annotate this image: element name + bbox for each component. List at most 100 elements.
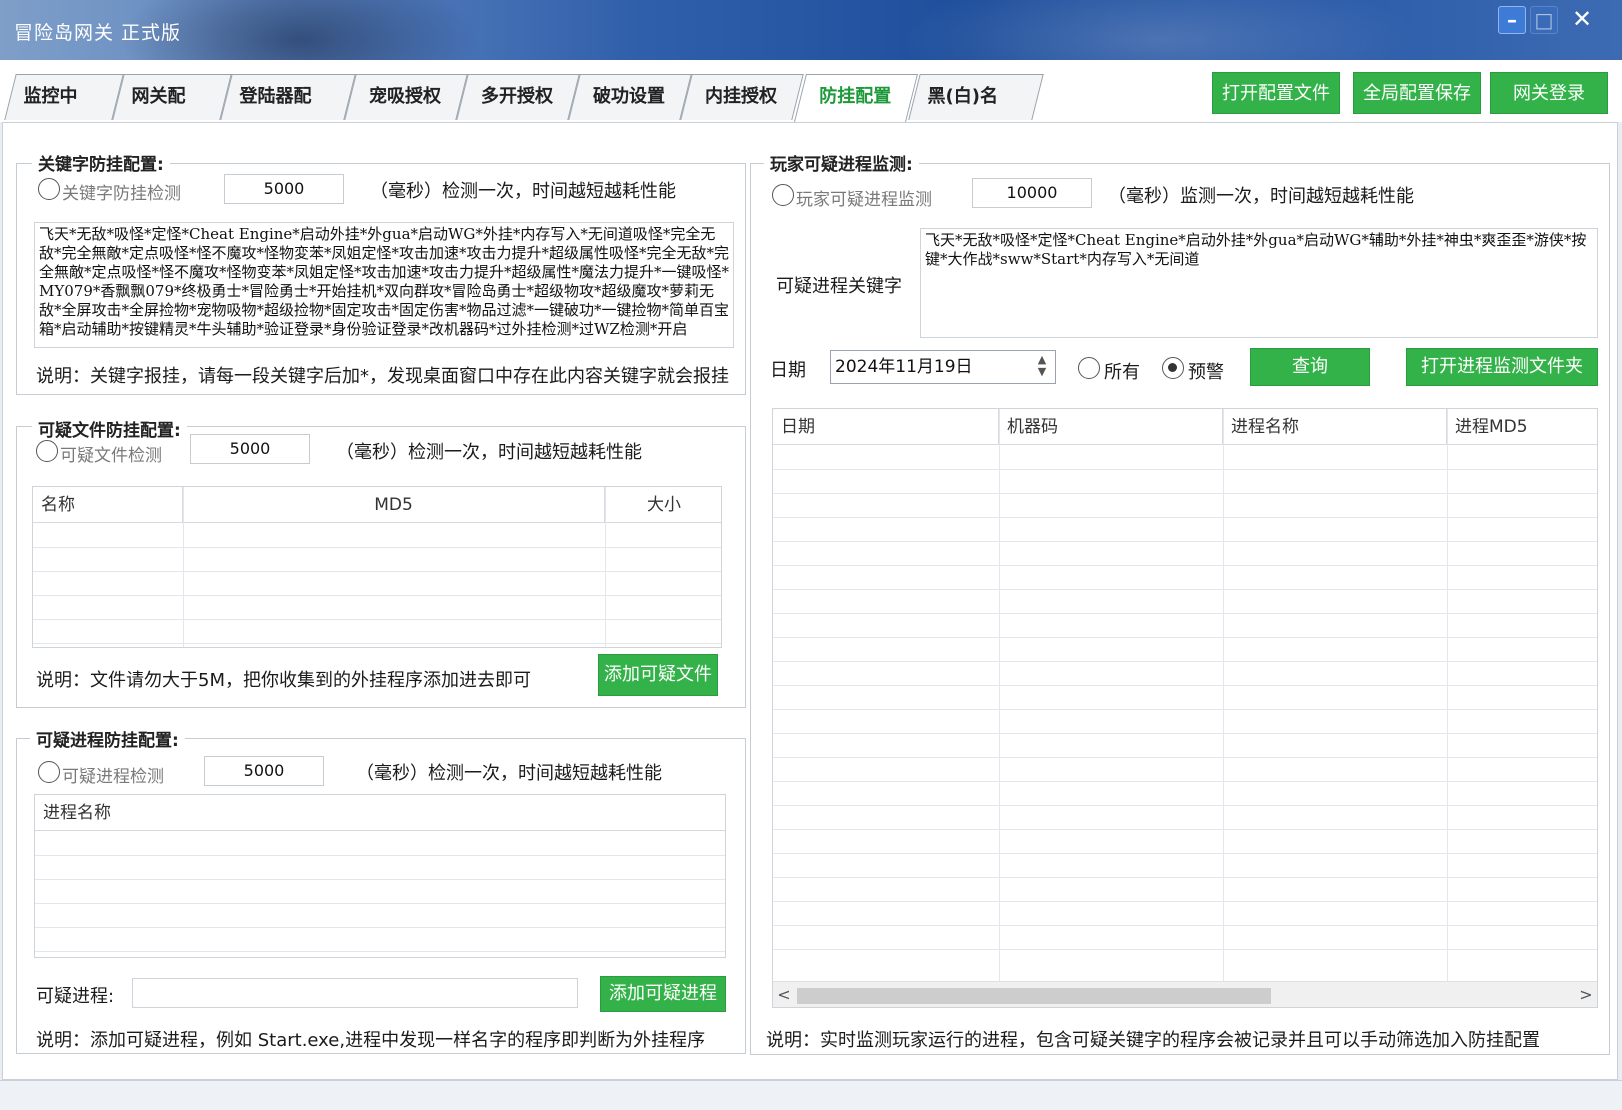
grid-line — [33, 547, 721, 548]
process-interval-note: （毫秒）检测一次，时间越短越耗性能 — [356, 763, 662, 784]
file-interval-input[interactable]: 5000 — [190, 434, 310, 464]
horizontal-scrollbar[interactable]: < > — [773, 981, 1597, 1007]
tab-anti-hack-config[interactable]: 防挂配置 — [794, 74, 918, 122]
process-detect-radio[interactable] — [38, 761, 60, 783]
monitor-table-header: 日期 机器码 进程名称 进程MD5 — [773, 409, 1597, 445]
tab-label: 防挂配置 — [819, 86, 892, 107]
grid-line — [773, 853, 1597, 854]
grid-line — [35, 951, 725, 952]
date-value: 2024年11月19日 — [835, 357, 973, 377]
grid-line — [773, 805, 1597, 806]
tab-monitor-center[interactable]: 监控中心 — [4, 74, 124, 151]
tab-break-settings[interactable]: 破功设置 — [568, 74, 692, 120]
column-process-name[interactable]: 进程名称 — [35, 795, 725, 831]
tab-label: 宠吸授权 — [369, 86, 441, 107]
grid-line — [773, 901, 1597, 902]
grid-line — [773, 757, 1597, 758]
scroll-thumb[interactable] — [797, 988, 1271, 1004]
close-button[interactable]: ✕ — [1565, 6, 1599, 34]
suspicious-process-input[interactable] — [132, 978, 578, 1008]
minimize-button[interactable]: – — [1498, 6, 1526, 34]
monitor-note: 说明：实时监测玩家运行的进程，包含可疑关键字的程序会被记录并且可以手动筛选加入防… — [766, 1030, 1540, 1051]
tab-pet-auth[interactable]: 宠吸授权 — [344, 74, 468, 120]
tab-label: 多开授权 — [481, 86, 553, 107]
save-global-config-button[interactable]: 全局配置保存 — [1353, 72, 1481, 114]
monitor-detect-label[interactable]: 玩家可疑进程监测 — [796, 185, 932, 210]
grid-line — [33, 595, 721, 596]
process-note: 说明：添加可疑进程，例如 Start.exe,进程中发现一样名字的程序即判断为外… — [36, 1030, 706, 1051]
file-detect-radio[interactable] — [36, 440, 58, 462]
grid-line — [1223, 409, 1224, 1007]
monitor-table[interactable]: 日期 机器码 进程名称 进程MD5 < > — [772, 408, 1598, 1008]
column-date[interactable]: 日期 — [773, 409, 999, 445]
tab-inner-hook-auth[interactable]: 内挂授权 — [680, 74, 804, 120]
grid-line — [33, 571, 721, 572]
keyword-detect-label[interactable]: 关键字防挂检测 — [62, 179, 181, 204]
grid-line — [773, 781, 1597, 782]
filter-all-label[interactable]: 所有 — [1104, 358, 1140, 384]
grid-line — [773, 517, 1597, 518]
process-table-header: 进程名称 — [35, 795, 725, 831]
column-size[interactable]: 大小 — [605, 487, 721, 523]
title-bar[interactable]: 冒险岛网关 正式版 – □ ✕ — [0, 0, 1622, 60]
monitor-keyword-textarea[interactable]: 飞天*无敌*吸怪*定怪*Cheat Engine*启动外挂*外gua*启动WG*… — [920, 228, 1598, 338]
keyword-group-title: 关键字防挂配置: — [32, 150, 170, 175]
process-group-title: 可疑进程防挂配置: — [30, 726, 185, 751]
tab-multi-open-auth[interactable]: 多开授权 — [456, 74, 580, 120]
scroll-left-icon[interactable]: < — [773, 982, 795, 1007]
process-table[interactable]: 进程名称 — [34, 794, 726, 958]
monitor-keyword-label: 可疑进程关键字 — [776, 276, 902, 297]
grid-line — [773, 925, 1597, 926]
grid-line — [35, 927, 725, 928]
keyword-detect-radio[interactable] — [38, 178, 60, 200]
tab-black-white-list[interactable]: 黑(白)名单 — [908, 74, 1044, 151]
maximize-button[interactable]: □ — [1530, 6, 1558, 34]
filter-warn-radio[interactable] — [1162, 357, 1184, 379]
column-process-md5[interactable]: 进程MD5 — [1447, 409, 1597, 445]
grid-line — [773, 661, 1597, 662]
grid-line — [773, 685, 1597, 686]
monitor-interval-input[interactable]: 10000 — [972, 178, 1092, 208]
grid-line — [773, 613, 1597, 614]
grid-line — [773, 493, 1597, 494]
monitor-detect-radio[interactable] — [772, 184, 794, 206]
column-machine-code[interactable]: 机器码 — [999, 409, 1223, 445]
filter-warn-label[interactable]: 预警 — [1188, 358, 1224, 384]
add-suspicious-file-button[interactable]: 添加可疑文件 — [598, 654, 718, 696]
query-button[interactable]: 查询 — [1250, 348, 1370, 386]
add-suspicious-process-button[interactable]: 添加可疑进程 — [600, 976, 726, 1012]
grid-line — [773, 877, 1597, 878]
process-interval-input[interactable]: 5000 — [204, 756, 324, 786]
window-title: 冒险岛网关 正式版 — [14, 22, 182, 44]
column-md5[interactable]: MD5 — [183, 487, 605, 523]
gateway-login-button[interactable]: 网关登录 — [1490, 72, 1608, 114]
status-bar — [0, 1080, 1622, 1110]
keyword-interval-input[interactable]: 5000 — [224, 174, 344, 204]
tab-strip: 监控中心 网关配置 登陆器配置 宠吸授权 多开授权 破功设置 内挂授权 防挂配置… — [0, 60, 1622, 151]
open-monitor-folder-button[interactable]: 打开进程监测文件夹 — [1406, 348, 1598, 386]
spin-down-icon[interactable]: ▼ — [1033, 366, 1051, 378]
keyword-textarea[interactable]: 飞天*无敌*吸怪*定怪*Cheat Engine*启动外挂*外gua*启动WG*… — [34, 222, 734, 348]
grid-line — [773, 565, 1597, 566]
tab-launcher-config[interactable]: 登陆器配置 — [220, 74, 356, 151]
open-config-file-button[interactable]: 打开配置文件 — [1212, 72, 1340, 114]
date-spinner[interactable]: ▲ ▼ — [1033, 354, 1051, 380]
grid-line — [773, 589, 1597, 590]
filter-all-radio[interactable] — [1078, 357, 1100, 379]
grid-line — [773, 829, 1597, 830]
file-detect-label[interactable]: 可疑文件检测 — [60, 441, 162, 466]
column-process-name[interactable]: 进程名称 — [1223, 409, 1447, 445]
file-table[interactable]: 名称 MD5 大小 — [32, 486, 722, 648]
file-table-header: 名称 MD5 大小 — [33, 487, 721, 523]
tab-gateway-config[interactable]: 网关配置 — [112, 74, 232, 151]
grid-line — [35, 855, 725, 856]
date-picker[interactable]: 2024年11月19日 ▲ ▼ — [830, 350, 1056, 384]
tab-label: 破功设置 — [593, 86, 665, 107]
date-label: 日期 — [770, 360, 806, 381]
grid-line — [773, 469, 1597, 470]
keyword-note: 说明：关键字报挂，请每一段关键字后加*，发现桌面窗口中存在此内容关键字就会报挂 — [36, 366, 729, 387]
scroll-right-icon[interactable]: > — [1575, 982, 1597, 1007]
process-detect-label[interactable]: 可疑进程检测 — [62, 762, 164, 787]
grid-line — [605, 487, 606, 647]
column-name[interactable]: 名称 — [33, 487, 183, 523]
